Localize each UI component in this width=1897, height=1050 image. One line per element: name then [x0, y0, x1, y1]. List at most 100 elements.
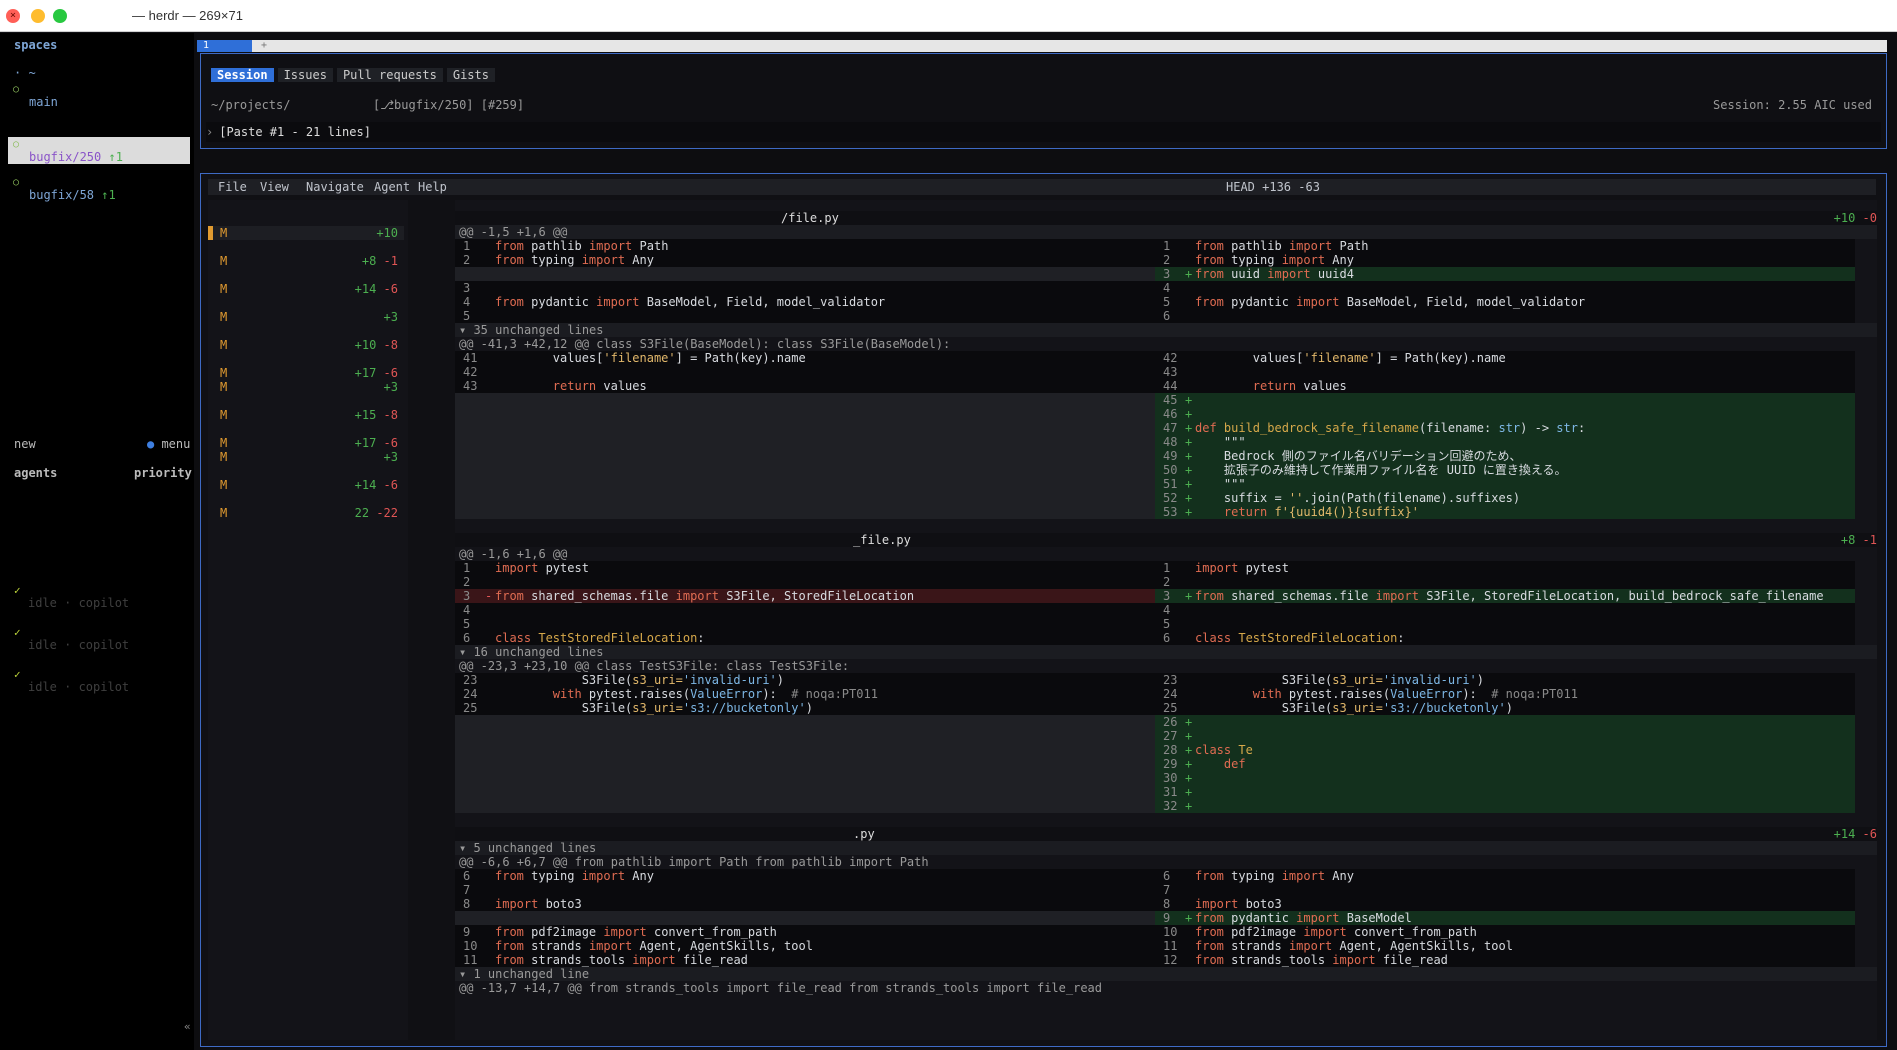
- space-item-main[interactable]: ○ main: [8, 82, 190, 109]
- unchanged-lines-toggle[interactable]: ▾ 1 unchanged line: [455, 967, 1877, 981]
- tab-gists[interactable]: Gists: [446, 68, 495, 82]
- agent-item[interactable]: ✓ idle · copilot: [14, 668, 184, 694]
- diff-line: 41 values['filename'] = Path(key).name: [455, 351, 1155, 365]
- file-header: /file.py +10 -0: [455, 211, 1877, 225]
- file-stats: +10 -0: [1833, 211, 1877, 225]
- diff-line: 7: [1155, 883, 1855, 897]
- diff-line-added: 30 +: [1155, 771, 1855, 785]
- space-item-label: bugfix/250 ↑1: [29, 150, 123, 164]
- new-tab-button[interactable]: +: [261, 40, 267, 52]
- menu-view[interactable]: View: [260, 179, 289, 195]
- prompt-input[interactable]: › [Paste #1 - 21 lines]: [206, 122, 1881, 142]
- tab-pull-requests[interactable]: Pull requests: [336, 68, 443, 82]
- file-row[interactable]: M +14 -6: [208, 282, 404, 296]
- agent-status: idle · copilot: [28, 680, 130, 694]
- diff-line-added: 45 +: [1155, 393, 1855, 407]
- diff-line: 5: [1155, 617, 1855, 631]
- file-row[interactable]: M +15 -8: [208, 408, 404, 422]
- menu-agent[interactable]: Agent: [374, 179, 410, 195]
- diff-line: 3: [455, 281, 1155, 295]
- session-usage: Session: 2.55 AIC used: [1713, 98, 1872, 112]
- file-row[interactable]: M +8 -1: [208, 254, 404, 268]
- diff-viewer: File View Navigate Agent Help HEAD +136 …: [200, 173, 1887, 1047]
- hunk-header: @@ -6,6 +6,7 @@ from pathlib import Path…: [455, 855, 1877, 869]
- diff-line: 10 from pdf2image import convert_from_pa…: [1155, 925, 1855, 939]
- file-row[interactable]: M +14 -6: [208, 478, 404, 492]
- file-row[interactable]: M +17 -6: [208, 366, 404, 380]
- prompt-text: [Paste #1 - 21 lines]: [219, 125, 371, 139]
- status-circle-icon: ○: [13, 84, 20, 95]
- collapse-sidebar-button[interactable]: «: [184, 1020, 191, 1033]
- unchanged-lines-toggle[interactable]: ▾ 16 unchanged lines: [455, 645, 1877, 659]
- diff-line: 9 from pdf2image import convert_from_pat…: [455, 925, 1155, 939]
- diff-line-added: 28 + class Te: [1155, 743, 1855, 757]
- close-window-button[interactable]: ×: [6, 9, 20, 23]
- tab-1[interactable]: 1: [197, 40, 252, 52]
- diff-line: 5: [455, 617, 1155, 631]
- head-stats: HEAD +136 -63: [1226, 180, 1320, 194]
- diff-line-added: 50 + 拡張子のみ維持して作業用ファイル名を UUID に置き換える。: [1155, 463, 1855, 477]
- diff-line-added: 9 + from pydantic import BaseModel: [1155, 911, 1855, 925]
- minimize-window-button[interactable]: [31, 9, 45, 23]
- file-row[interactable]: M 22 -22: [208, 506, 404, 520]
- diff-line: 25 S3File(s3_uri='s3://bucketonly'): [455, 701, 1155, 715]
- diff-line: 6 class TestStoredFileLocation:: [455, 631, 1155, 645]
- space-home[interactable]: · ~: [14, 66, 36, 80]
- diff-line: 2 from typing import Any: [1155, 253, 1855, 267]
- diff-line: 8 import boto3: [455, 897, 1155, 911]
- menu-help[interactable]: Help: [418, 179, 447, 195]
- diff-line-added: 3 + from shared_schemas.file import S3File…: [1155, 589, 1855, 603]
- menu-button[interactable]: ● menu: [147, 437, 190, 451]
- diff-line: 24 with pytest.raises(ValueError): # noq…: [1155, 687, 1855, 701]
- unchanged-lines-toggle[interactable]: ▾ 5 unchanged lines: [455, 841, 1877, 855]
- file-stats: +14 -6: [1833, 827, 1877, 841]
- diff-line-empty: [455, 393, 1155, 505]
- menu-navigate[interactable]: Navigate: [306, 179, 364, 195]
- diff-line: 11 from strands import Agent, AgentSkill…: [1155, 939, 1855, 953]
- file-name: _file.py: [853, 533, 911, 547]
- tab-session[interactable]: Session: [211, 68, 274, 82]
- file-row[interactable]: M +3: [208, 380, 404, 394]
- agent-item[interactable]: ✓ idle · copilot: [14, 626, 184, 652]
- hunk-header: @@ -1,6 +1,6 @@: [455, 547, 1877, 561]
- file-row[interactable]: M +17 -6: [208, 436, 404, 450]
- diff-line: 2: [1155, 575, 1855, 589]
- file-row[interactable]: M +10: [208, 226, 404, 240]
- diff-line-added: 47 + def build_bedrock_safe_filename(filen…: [1155, 421, 1855, 435]
- agent-item[interactable]: ✓ idle · copilot: [14, 584, 184, 610]
- changed-files-list: M +10 M +8 -1 M +14 -6 M +3 M +10 -8 M +17 -6 …: [208, 200, 408, 1040]
- diff-line-added: 32 +: [1155, 799, 1855, 813]
- terminal-area: spaces · ~ ○ main ○ bugfix/250 ↑1 ○ bugf…: [0, 33, 1897, 1050]
- diff-line: 4: [455, 603, 1155, 617]
- diff-line: 1 import pytest: [1155, 561, 1855, 575]
- tab-issues[interactable]: Issues: [277, 68, 333, 82]
- diff-line: 5: [455, 309, 1155, 323]
- hunk-header: @@ -1,5 +1,6 @@: [455, 225, 1877, 239]
- status-circle-icon: ○: [13, 139, 20, 150]
- file-row[interactable]: M +3: [208, 310, 404, 324]
- diff-line-empty: [455, 505, 1155, 519]
- diff-line-empty: [455, 267, 1155, 281]
- diff-line-added: 3 + from uuid import uuid4: [1155, 267, 1855, 281]
- space-item-bugfix-58[interactable]: ○ bugfix/58 ↑1: [8, 175, 190, 202]
- diff-line: 43 return values: [455, 379, 1155, 393]
- diff-line-empty: [455, 715, 1155, 799]
- file-row[interactable]: M +10 -8: [208, 338, 404, 352]
- unchanged-lines-toggle[interactable]: ▾ 35 unchanged lines: [455, 323, 1877, 337]
- diff-line-added: 52 + suffix = ''.join(Path(filename).suff…: [1155, 491, 1855, 505]
- diff-menubar: File View Navigate Agent Help HEAD +136 …: [208, 179, 1876, 195]
- diff-line: 1 from pathlib import Path: [455, 239, 1155, 253]
- maximize-window-button[interactable]: [53, 9, 67, 23]
- file-name: /file.py: [781, 211, 839, 225]
- diff-line: 6 from typing import Any: [1155, 869, 1855, 883]
- file-row[interactable]: M +3: [208, 450, 404, 464]
- diff-line: 4: [1155, 603, 1855, 617]
- diff-line: 11 from strands_tools import file_read: [455, 953, 1155, 967]
- new-space-button[interactable]: new: [14, 437, 36, 451]
- diff-line: 6 class TestStoredFileLocation:: [1155, 631, 1855, 645]
- file-header: _file.py +8 -1: [455, 533, 1877, 547]
- diff-panel: /file.py +10 -0 @@ -1,5 +1,6 @@ 1 from p…: [455, 200, 1877, 1040]
- diff-line-added: 29 + def: [1155, 757, 1855, 771]
- space-item-bugfix-250[interactable]: ○ bugfix/250 ↑1: [8, 137, 190, 164]
- menu-file[interactable]: File: [218, 179, 247, 195]
